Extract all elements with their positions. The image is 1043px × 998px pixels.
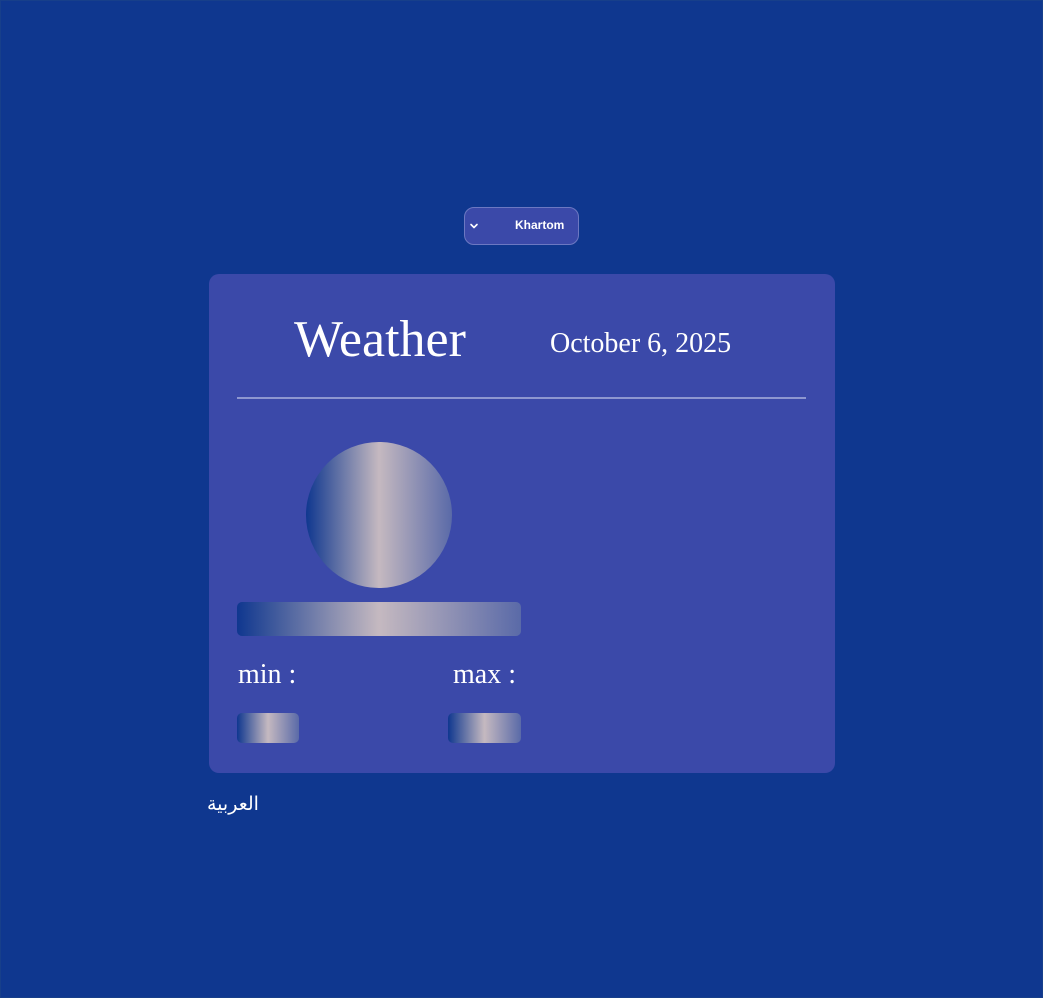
divider	[237, 397, 806, 399]
language-switch-link[interactable]: العربية	[207, 790, 259, 818]
weather-card: Weather October 6, 2025 min : max :	[209, 274, 835, 773]
city-select-value: Khartom	[515, 218, 565, 232]
city-select[interactable]: Khartom	[464, 207, 579, 245]
card-title: Weather	[294, 311, 466, 368]
max-temp-label: max :	[453, 659, 516, 690]
current-date: October 6, 2025	[550, 328, 732, 359]
max-temp-placeholder	[448, 713, 521, 743]
description-placeholder	[237, 602, 521, 636]
weather-icon-placeholder	[306, 442, 452, 588]
min-temp-placeholder	[237, 713, 299, 743]
chevron-down-icon	[470, 223, 478, 229]
min-temp-label: min :	[238, 659, 297, 690]
